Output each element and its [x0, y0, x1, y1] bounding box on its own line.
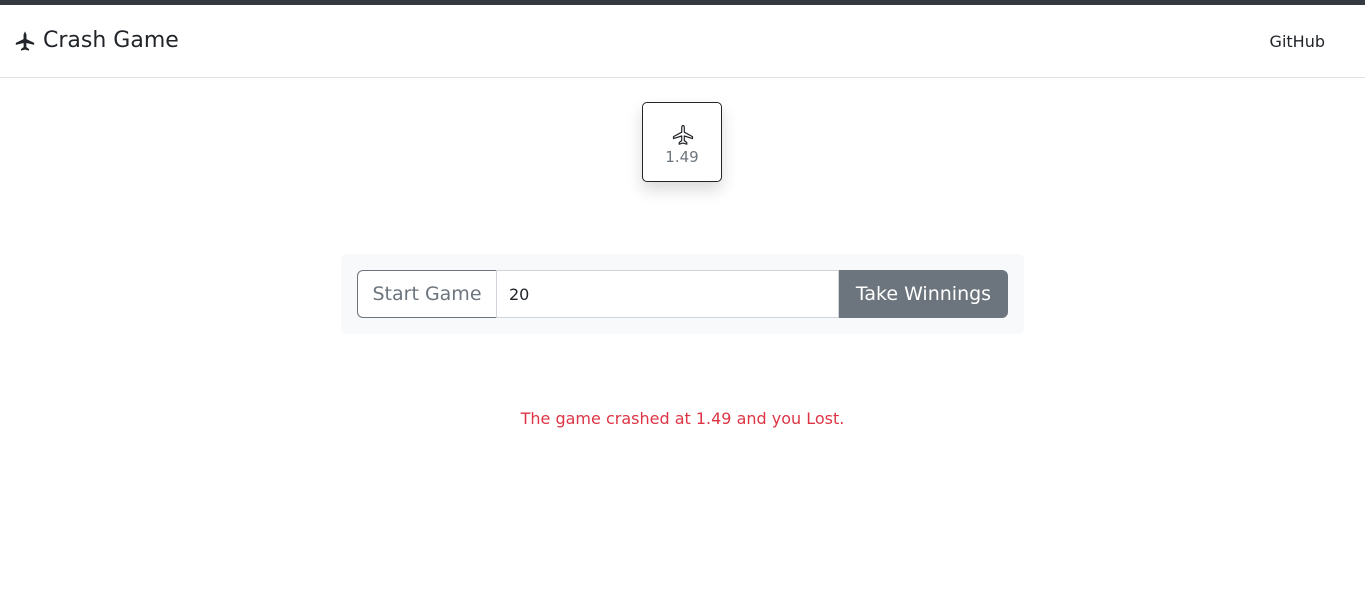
brand[interactable]: Crash Game [14, 26, 179, 56]
take-winnings-button[interactable]: Take Winnings [839, 270, 1008, 318]
fighter-jet-icon [14, 30, 36, 52]
bet-amount-input[interactable] [496, 270, 839, 318]
multiplier-value: 1.49 [665, 148, 699, 166]
github-link[interactable]: GitHub [1270, 31, 1325, 53]
brand-title: Crash Game [43, 28, 179, 53]
control-panel: Start Game Take Winnings [341, 254, 1024, 334]
multiplier-card: 1.49 [642, 102, 722, 182]
navbar: Crash Game GitHub [0, 5, 1365, 78]
airplane-icon [671, 123, 695, 147]
result-message: The game crashed at 1.49 and you Lost. [520, 409, 845, 428]
start-game-button[interactable]: Start Game [357, 270, 496, 318]
bet-input-group: Start Game Take Winnings [357, 270, 1008, 318]
